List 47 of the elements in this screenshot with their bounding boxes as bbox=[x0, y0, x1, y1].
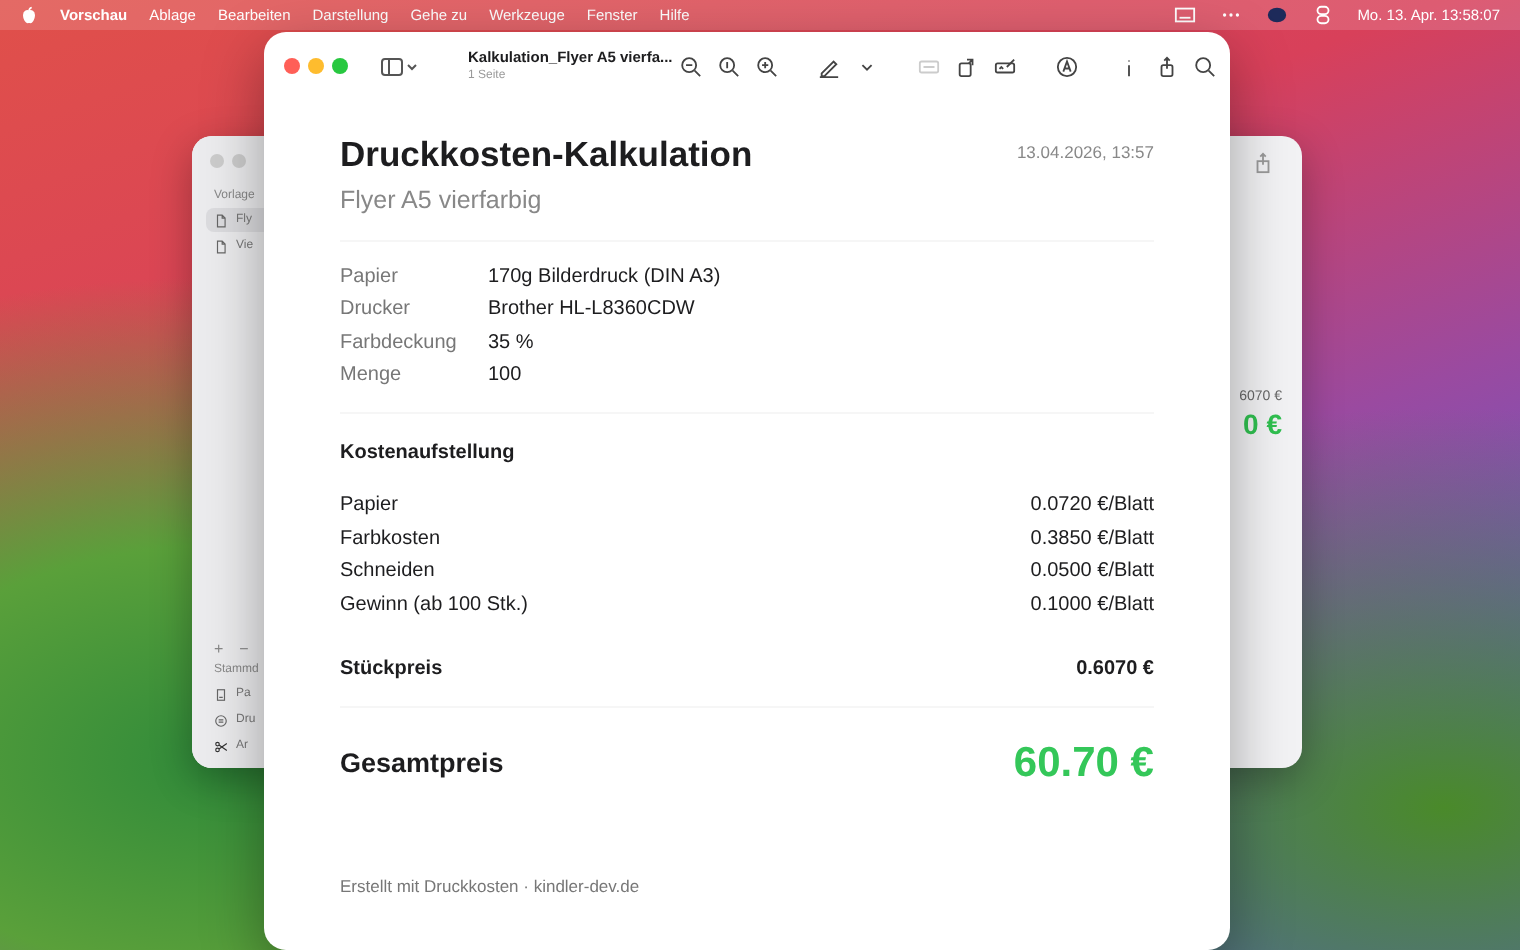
pen-icon[interactable] bbox=[818, 55, 841, 77]
unit-price-label: Stückpreis bbox=[340, 656, 443, 685]
zoom-out-icon[interactable] bbox=[680, 55, 703, 77]
sidebar-button[interactable]: − bbox=[239, 638, 249, 662]
control-center-icon[interactable] bbox=[1311, 4, 1334, 26]
markup-circle-icon[interactable] bbox=[1056, 55, 1079, 77]
zoom-in-icon[interactable] bbox=[756, 55, 779, 77]
rotate-icon[interactable] bbox=[956, 55, 979, 77]
apple-icon[interactable] bbox=[20, 6, 38, 24]
oval-icon[interactable] bbox=[1265, 4, 1288, 26]
share-icon[interactable] bbox=[1156, 55, 1179, 77]
total-value: 60.70 € bbox=[1013, 738, 1154, 791]
markup-icon[interactable] bbox=[994, 55, 1017, 77]
detail-label: Menge bbox=[340, 362, 404, 391]
document-icon bbox=[214, 213, 228, 227]
detail-value: 170g Bilderdruck (DIN A3) bbox=[488, 263, 721, 292]
detail-value: 100 bbox=[488, 362, 522, 391]
cost-label: Gewinn (ab 100 Stk.) bbox=[340, 591, 528, 620]
cost-label: Farbkosten bbox=[340, 525, 441, 554]
section-heading: Kostenaufstellung bbox=[340, 440, 517, 469]
paper-icon bbox=[214, 687, 228, 701]
document-subtitle: Flyer A5 vierfarbig bbox=[340, 184, 544, 218]
search-icon[interactable] bbox=[1194, 55, 1217, 77]
total-text: 0 € bbox=[1241, 409, 1282, 440]
cut-icon bbox=[214, 739, 228, 753]
sidebar-toggle-icon[interactable] bbox=[380, 55, 420, 77]
cost-value: 0.0720 €/Blatt bbox=[1030, 491, 1154, 520]
cost-value: 0.1000 €/Blatt bbox=[1030, 591, 1154, 620]
actual-size-icon[interactable] bbox=[718, 55, 741, 77]
document-title: Druckkosten-Kalkulation bbox=[340, 134, 753, 176]
document-date: 13.04.2026, 13:57 bbox=[1016, 140, 1154, 166]
close-button[interactable] bbox=[284, 58, 300, 74]
detail-label: Drucker bbox=[340, 296, 413, 325]
sidebar-button[interactable]: + bbox=[214, 638, 224, 662]
detail-label: Papier bbox=[340, 263, 400, 292]
document-footer: Erstellt mit Druckkosten · kindler-dev.de bbox=[340, 873, 1154, 899]
document-icon bbox=[214, 239, 228, 253]
cost-value: 0.3850 €/Blatt bbox=[1030, 525, 1154, 554]
cost-value: 0.0500 €/Blatt bbox=[1030, 558, 1154, 587]
unit-price-value: 0.6070 € bbox=[1076, 656, 1154, 685]
total-label: Gesamtpreis bbox=[340, 745, 504, 782]
detail-value: 35 % bbox=[488, 329, 534, 358]
detail-value: Brother HL-L8360CDW bbox=[488, 296, 695, 325]
cost-label: Papier bbox=[340, 491, 398, 520]
screen-icon[interactable] bbox=[1173, 4, 1196, 26]
cost-label: Schneiden bbox=[340, 558, 435, 587]
detail-label: Farbdeckung bbox=[340, 329, 459, 358]
